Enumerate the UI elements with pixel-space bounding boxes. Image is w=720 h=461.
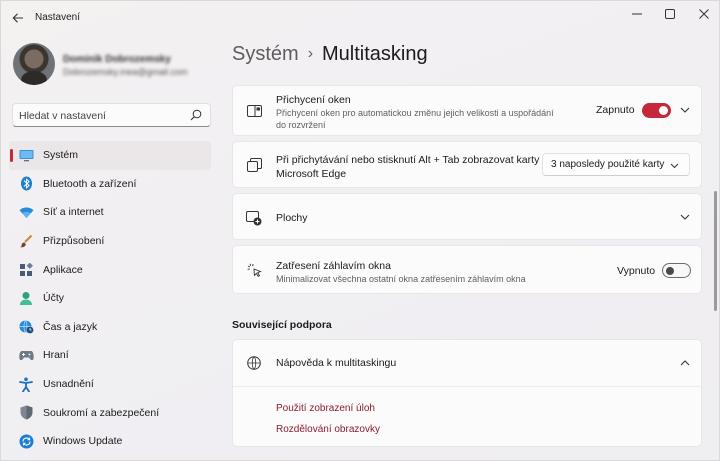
toggle-state-label: Zapnuto <box>596 104 635 116</box>
toggle-state-label: Vypnuto <box>617 265 656 277</box>
brush-icon <box>18 233 34 249</box>
maximize-button[interactable] <box>653 3 687 25</box>
close-button[interactable] <box>687 3 720 25</box>
title-bar: Nastavení <box>1 1 720 33</box>
sidebar-item-personalization[interactable]: Přizpůsobení <box>9 227 211 256</box>
setting-card-title-bar-shake: Zatřesení záhlavím okna Minimalizovat vš… <box>232 245 702 294</box>
sidebar-item-gaming[interactable]: Hraní <box>9 341 211 370</box>
maximize-icon <box>665 9 675 19</box>
snap-layout-icon <box>246 103 262 119</box>
wifi-icon <box>18 204 34 220</box>
sidebar-item-bluetooth[interactable]: Bluetooth a zařízení <box>9 170 211 199</box>
sidebar-item-system[interactable]: Systém <box>9 141 211 170</box>
alt-tab-dropdown[interactable]: 3 naposledy použité karty <box>542 153 690 176</box>
help-card: Nápověda k multitaskingu Použití zobraze… <box>232 339 702 447</box>
sidebar-item-label: Usnadnění <box>43 378 94 391</box>
sidebar-item-label: Systém <box>43 149 79 162</box>
sidebar-item-label: Přizpůsobení <box>43 235 105 248</box>
accessibility-icon <box>18 376 34 392</box>
setting-title: Při přichytávání nebo stisknutí Alt + Ta… <box>276 154 540 166</box>
sidebar-item-accessibility[interactable]: Usnadnění <box>9 370 211 399</box>
settings-window: Nastavení Dominik Dobrozemsky Dobrozemsk… <box>0 0 720 461</box>
sidebar-item-label: Síť a internet <box>43 206 104 219</box>
setting-description: Přichycení oken pro automatickou změnu j… <box>276 108 554 118</box>
chevron-down-icon[interactable] <box>679 104 691 116</box>
update-icon <box>18 433 34 449</box>
chevron-down-icon[interactable] <box>679 211 691 223</box>
snap-toggle[interactable] <box>642 103 671 118</box>
gamepad-icon <box>18 347 34 363</box>
breadcrumb: Systém › Multitasking <box>232 43 428 66</box>
setting-title: Zatřesení záhlavím okna <box>276 260 391 272</box>
title-bar-shake-toggle[interactable] <box>662 263 691 278</box>
scrollbar[interactable] <box>714 191 717 311</box>
user-profile[interactable]: Dominik Dobrozemsky Dobrozemsky.mea@gmai… <box>11 41 211 89</box>
desktops-icon <box>246 210 262 226</box>
breadcrumb-parent[interactable]: Systém <box>232 43 299 65</box>
apps-icon <box>18 262 34 278</box>
sidebar-item-network[interactable]: Síť a internet <box>9 198 211 227</box>
sidebar-item-label: Hraní <box>43 349 69 362</box>
sidebar-item-apps[interactable]: Aplikace <box>9 255 211 284</box>
sidebar-item-accounts[interactable]: Účty <box>9 284 211 313</box>
setting-card-snap[interactable]: Přichycení oken Přichycení oken pro auto… <box>232 85 702 136</box>
avatar <box>13 43 55 85</box>
setting-card-alt-tab: Při přichytávání nebo stisknutí Alt + Ta… <box>232 141 702 188</box>
setting-card-desktops[interactable]: Plochy <box>232 193 702 240</box>
sidebar-item-label: Účty <box>43 292 64 305</box>
toggle-knob <box>659 106 668 115</box>
help-link-task-view[interactable]: Použití zobrazení úloh <box>276 403 375 414</box>
chevron-up-icon[interactable] <box>679 357 691 369</box>
monitor-icon <box>18 147 34 163</box>
toggle-knob <box>666 266 674 275</box>
setting-title: Microsoft Edge <box>276 168 347 180</box>
app-title: Nastavení <box>35 12 81 23</box>
section-title: Související podpora <box>232 319 332 331</box>
sidebar-item-privacy[interactable]: Soukromí a zabezpečení <box>9 398 211 427</box>
minimize-icon <box>632 13 642 15</box>
windows-overlap-icon <box>246 157 262 173</box>
arrow-left-icon <box>12 13 23 23</box>
dropdown-value: 3 naposledy použité karty <box>551 159 665 170</box>
setting-description: Minimalizovat všechna ostatní okna zatře… <box>276 274 526 284</box>
breadcrumb-separator: › <box>307 45 314 62</box>
shield-icon <box>18 405 34 421</box>
sidebar-item-time-language[interactable]: Čas a jazyk <box>9 313 211 342</box>
sidebar-item-label: Aplikace <box>43 263 83 276</box>
setting-title: Plochy <box>276 212 308 224</box>
search-box[interactable] <box>12 103 211 127</box>
globe-icon <box>246 355 262 371</box>
help-title: Nápověda k multitaskingu <box>276 357 397 369</box>
globe-clock-icon <box>18 319 34 335</box>
close-icon <box>699 9 709 19</box>
profile-name: Dominik Dobrozemsky <box>63 54 171 65</box>
cursor-shake-icon <box>246 262 262 278</box>
chevron-down-icon <box>668 160 680 172</box>
help-link-split-screen[interactable]: Rozdělování obrazovky <box>276 424 380 435</box>
search-icon <box>190 109 202 121</box>
sidebar-item-label: Bluetooth a zařízení <box>43 177 137 190</box>
sidebar-item-label: Windows Update <box>43 435 123 448</box>
back-button[interactable] <box>9 9 27 27</box>
help-header[interactable]: Nápověda k multitaskingu <box>233 340 701 387</box>
search-input[interactable] <box>19 108 189 123</box>
bluetooth-icon <box>18 176 34 192</box>
profile-email: Dobrozemsky.mea@gmail.com <box>63 67 188 77</box>
setting-description: do rozvržení <box>276 120 326 130</box>
page-title: Multitasking <box>322 43 428 65</box>
minimize-button[interactable] <box>620 3 654 25</box>
sidebar-item-windows-update[interactable]: Windows Update <box>9 427 211 456</box>
sidebar-item-label: Soukromí a zabezpečení <box>43 406 160 419</box>
sidebar-nav: Systém Bluetooth a zařízení Síť a intern… <box>9 141 211 456</box>
sidebar-item-label: Čas a jazyk <box>43 320 98 333</box>
person-icon <box>18 290 34 306</box>
setting-title: Přichycení oken <box>276 94 351 106</box>
